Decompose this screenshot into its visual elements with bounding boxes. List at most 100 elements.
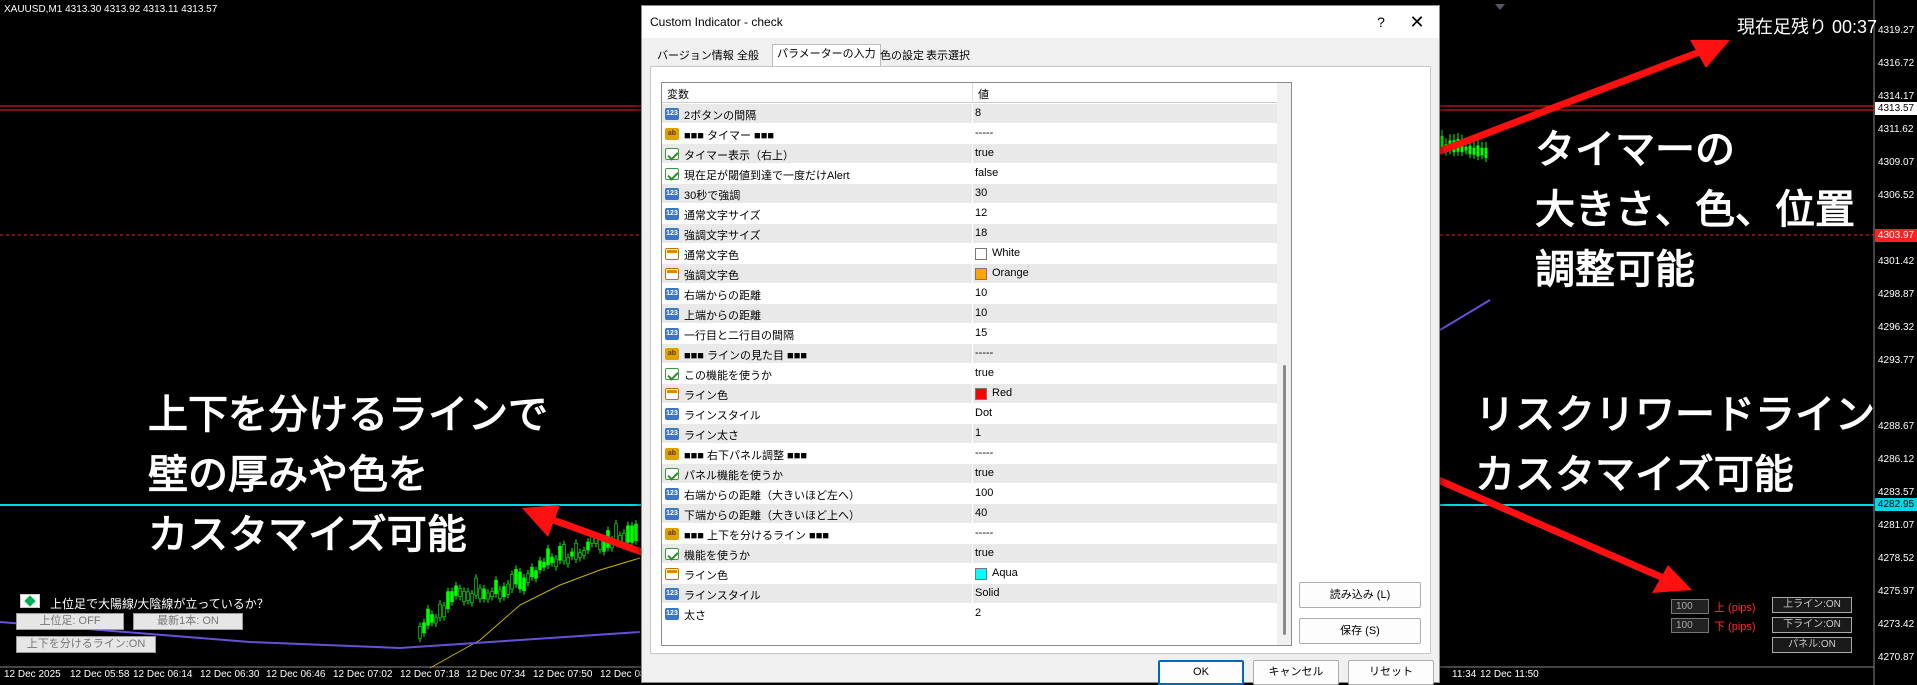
parameter-row[interactable]: ab ■■■ タイマー ■■■ ----- xyxy=(662,124,1277,144)
parameter-value[interactable]: ----- xyxy=(975,527,993,539)
parameter-value[interactable]: Aqua xyxy=(992,567,1018,579)
parameters-grid[interactable]: 変数 値 123 2ボタンの間隔 8 ab ■■■ タイマー ■■■ ----- タイマー表… xyxy=(661,82,1292,646)
parameter-value[interactable]: 40 xyxy=(975,507,987,519)
grid-scrollbar[interactable] xyxy=(1277,83,1291,645)
parameter-row[interactable]: 123 2ボタンの間隔 8 xyxy=(662,104,1277,124)
parameter-row[interactable]: 123 一行目と二行目の間隔 15 xyxy=(662,324,1277,344)
parameter-value[interactable]: ----- xyxy=(975,347,993,359)
candle-body xyxy=(554,558,558,568)
parameter-row[interactable]: この機能を使うか true xyxy=(662,364,1277,384)
lower-line-toggle-button[interactable]: 下ライン:ON xyxy=(1772,617,1852,633)
cancel-button[interactable]: キャンセル xyxy=(1253,660,1339,685)
column-header-value[interactable]: 値 xyxy=(978,86,989,102)
parameter-row[interactable]: 通常文字色 White xyxy=(662,244,1277,264)
save-button[interactable]: 保存 (S) xyxy=(1299,618,1421,644)
parameter-value[interactable]: Red xyxy=(992,387,1012,399)
parameter-value[interactable]: true xyxy=(975,467,994,479)
parameter-row[interactable]: ライン色 Aqua xyxy=(662,564,1277,584)
parameter-row[interactable]: タイマー表示（右上） true xyxy=(662,144,1277,164)
annotation-timer-line2: 大きさ、色、位置 xyxy=(1535,187,1855,233)
color-type-icon xyxy=(665,248,679,260)
parameter-value[interactable]: 15 xyxy=(975,327,987,339)
close-icon[interactable]: ✕ xyxy=(1403,10,1431,34)
parameter-value[interactable]: 1 xyxy=(975,427,981,439)
ok-button[interactable]: OK xyxy=(1158,660,1244,685)
parameter-name: ■■■ 右下パネル調整 ■■■ xyxy=(684,450,807,462)
parameter-row[interactable]: 123 通常文字サイズ 12 xyxy=(662,204,1277,224)
parameter-value[interactable]: ----- xyxy=(975,447,993,459)
parameter-value[interactable]: 2 xyxy=(975,607,981,619)
color-swatch[interactable] xyxy=(975,268,987,280)
column-header-variable[interactable]: 変数 xyxy=(667,86,689,102)
parameter-value[interactable]: true xyxy=(975,147,994,159)
parameter-row[interactable]: 123 30秒で強調 30 xyxy=(662,184,1277,204)
aqua-level-badge: 4282.95 xyxy=(1875,498,1917,511)
parameter-value[interactable]: Orange xyxy=(992,267,1029,279)
tab-input-parameters[interactable]: パラメーターの入力 xyxy=(772,44,881,67)
color-swatch[interactable] xyxy=(975,568,987,580)
parameter-value[interactable]: 100 xyxy=(975,487,993,499)
parameter-value[interactable]: 10 xyxy=(975,307,987,319)
string-type-icon: ab xyxy=(665,528,679,540)
parameter-row[interactable]: 123 右端からの距離 10 xyxy=(662,284,1277,304)
load-button[interactable]: 読み込み (L) xyxy=(1299,582,1421,608)
parameter-value[interactable]: Dot xyxy=(975,407,992,419)
dialog-titlebar[interactable]: Custom Indicator - check ? ✕ xyxy=(642,6,1439,38)
parameter-value[interactable]: true xyxy=(975,547,994,559)
parameter-row[interactable]: ab ■■■ 右下パネル調整 ■■■ ----- xyxy=(662,444,1277,464)
time-tick: 12 Dec 05:58 xyxy=(70,669,130,680)
upper-pips-input[interactable]: 100 xyxy=(1671,599,1709,614)
parameter-row[interactable]: ab ■■■ ラインの見た目 ■■■ ----- xyxy=(662,344,1277,364)
parameter-value[interactable]: 10 xyxy=(975,287,987,299)
help-icon[interactable]: ? xyxy=(1369,10,1393,34)
tab-general[interactable]: 全般 xyxy=(732,46,764,66)
color-swatch[interactable] xyxy=(975,388,987,400)
parameter-name: 強調文字サイズ xyxy=(684,230,761,242)
parameter-value[interactable]: 8 xyxy=(975,107,981,119)
parameter-row[interactable]: 123 ラインスタイル Solid xyxy=(662,584,1277,604)
parameter-row[interactable]: 123 右端からの距離（大きいほど左へ） 100 xyxy=(662,484,1277,504)
row-separator xyxy=(972,504,973,524)
parameter-name: ライン色 xyxy=(684,390,728,402)
panel-toggle-button[interactable]: パネル:ON xyxy=(1772,637,1852,653)
parameter-row[interactable]: 現在足が閾値到達で一度だけAlert false xyxy=(662,164,1277,184)
reset-button[interactable]: リセット xyxy=(1348,660,1434,685)
divider-line-toggle-button[interactable]: 上下を分けるライン:ON xyxy=(16,636,156,653)
parameter-value[interactable]: Solid xyxy=(975,587,999,599)
parameter-row[interactable]: 123 強調文字サイズ 18 xyxy=(662,224,1277,244)
parameter-row[interactable]: 123 上端からの距離 10 xyxy=(662,304,1277,324)
parameter-value[interactable]: ----- xyxy=(975,127,993,139)
parameter-value[interactable]: false xyxy=(975,167,998,179)
custom-indicator-dialog[interactable]: Custom Indicator - check ? ✕ バージョン情報 全般 … xyxy=(641,5,1440,685)
row-separator xyxy=(972,584,973,604)
parameter-row[interactable]: 123 下端からの距離（大きいほど上へ） 40 xyxy=(662,504,1277,524)
parameter-row[interactable]: ab ■■■ 上下を分けるライン ■■■ ----- xyxy=(662,524,1277,544)
parameter-value[interactable]: true xyxy=(975,367,994,379)
parameter-value[interactable]: White xyxy=(992,247,1020,259)
parameter-row[interactable]: 機能を使うか true xyxy=(662,544,1277,564)
tab-visualization[interactable]: 表示選択 xyxy=(921,46,975,66)
tab-version-info[interactable]: バージョン情報 xyxy=(652,46,739,66)
time-tick: 12 Dec 06:14 xyxy=(133,669,193,680)
parameter-row[interactable]: 123 太さ 2 xyxy=(662,604,1277,624)
parameter-row[interactable]: パネル機能を使うか true xyxy=(662,464,1277,484)
parameter-row[interactable]: ライン色 Red xyxy=(662,384,1277,404)
parameter-value[interactable]: 30 xyxy=(975,187,987,199)
higher-tf-candle-checkbox[interactable] xyxy=(20,594,40,608)
candle-body xyxy=(446,591,450,610)
latest-bar-toggle-button[interactable]: 最新1本: ON xyxy=(133,613,243,630)
column-separator[interactable] xyxy=(972,83,973,103)
parameter-row[interactable]: 強調文字色 Orange xyxy=(662,264,1277,284)
upper-line-toggle-button[interactable]: 上ライン:ON xyxy=(1772,597,1852,613)
upper-pips-label: 上 (pips) xyxy=(1714,602,1756,614)
time-tick: 12 Dec 07:50 xyxy=(533,669,593,680)
lower-pips-input[interactable]: 100 xyxy=(1671,618,1709,633)
scrollbar-thumb[interactable] xyxy=(1283,365,1286,635)
parameter-value[interactable]: 18 xyxy=(975,227,987,239)
parameter-row[interactable]: 123 ラインスタイル Dot xyxy=(662,404,1277,424)
parameter-row[interactable]: 123 ライン太さ 1 xyxy=(662,424,1277,444)
color-swatch[interactable] xyxy=(975,248,987,260)
parameter-value[interactable]: 12 xyxy=(975,207,987,219)
parameter-name: 通常文字色 xyxy=(684,250,739,262)
higher-tf-toggle-button[interactable]: 上位足: OFF xyxy=(16,613,124,630)
